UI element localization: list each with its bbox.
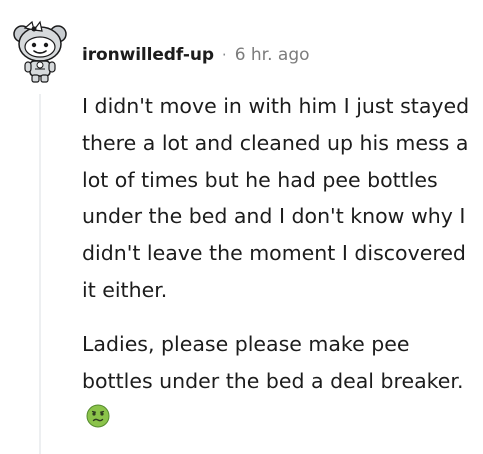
snoo-avatar-icon — [13, 20, 67, 83]
comment-timestamp[interactable]: 6 hr. ago — [235, 45, 310, 65]
username-link[interactable]: ironwilledf-up — [82, 45, 214, 65]
comment: ironwilledf-up · 6 hr. ago I didn't move… — [0, 0, 483, 454]
nauseated-face-emoji-icon — [86, 403, 110, 428]
meta-separator: · — [221, 46, 227, 64]
comment-paragraph: Ladies, please please make pee bottles u… — [82, 326, 472, 436]
user-avatar[interactable] — [12, 14, 68, 84]
comment-paragraph-text: Ladies, please please make pee bottles u… — [82, 331, 464, 393]
thread-line[interactable] — [39, 94, 41, 454]
comment-meta: ironwilledf-up · 6 hr. ago — [82, 44, 310, 66]
comment-paragraph: I didn't move in with him I just stayed … — [82, 94, 470, 302]
comment-body: I didn't move in with him I just stayed … — [82, 88, 472, 436]
